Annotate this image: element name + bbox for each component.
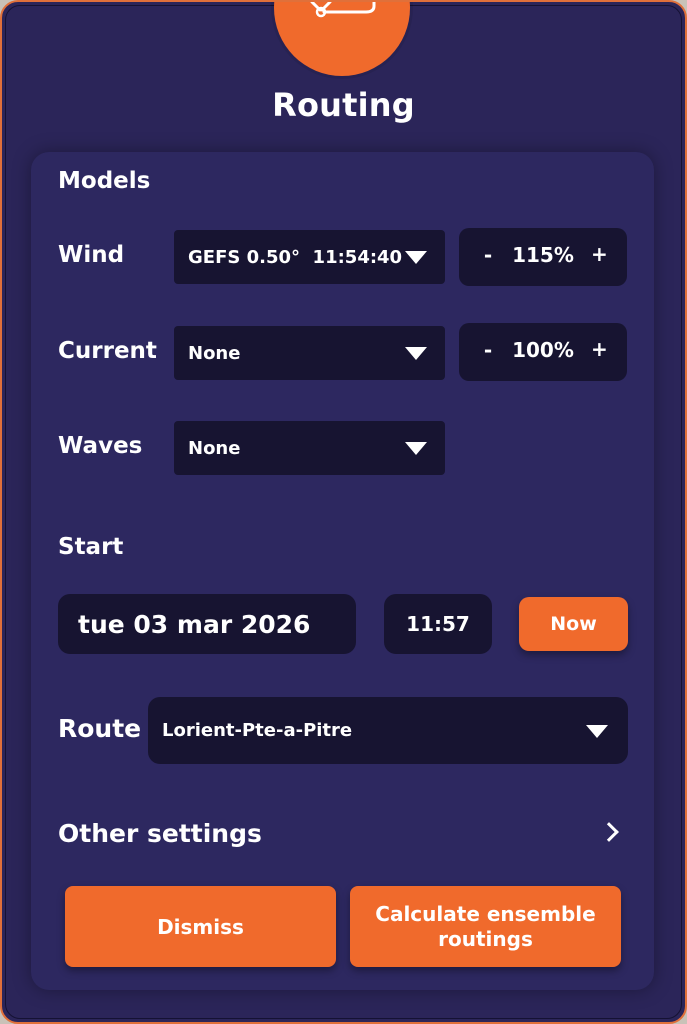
dropdown-caret-icon (405, 251, 427, 264)
dialog-title: Routing (272, 86, 415, 124)
waves-label: Waves (58, 433, 143, 459)
route-label: Route (58, 714, 142, 743)
start-time-field[interactable]: 11:57 (384, 594, 492, 654)
current-factor-value: 100% (512, 338, 574, 362)
calculate-button-line2: routings (438, 926, 533, 951)
route-value: Lorient-Pte-a-Pitre (162, 720, 353, 741)
current-factor-stepper: - 100% + (459, 323, 627, 381)
wind-factor-value: 115% (512, 243, 574, 267)
calculate-ensemble-button[interactable]: Calculate ensemble routings (350, 886, 621, 967)
routing-dialog: Routing Models Wind GEFS 0.50° 11:54:40 … (0, 0, 687, 1024)
current-model-select[interactable]: None (174, 326, 445, 380)
current-decrease-button[interactable]: - (481, 338, 495, 362)
now-button[interactable]: Now (519, 597, 628, 651)
wind-model-value: GEFS 0.50° 11:54:40 (188, 246, 403, 268)
route-icon (310, 2, 376, 18)
calculate-button-line1: Calculate ensemble (375, 901, 596, 926)
wind-model-select[interactable]: GEFS 0.50° 11:54:40 (174, 230, 445, 284)
waves-model-value: None (188, 437, 241, 459)
current-increase-button[interactable]: + (591, 337, 608, 361)
models-heading: Models (58, 168, 151, 194)
dropdown-caret-icon (586, 724, 608, 738)
wind-label: Wind (58, 242, 125, 268)
dropdown-caret-icon (405, 347, 427, 360)
route-select[interactable]: Lorient-Pte-a-Pitre (148, 697, 628, 764)
wind-decrease-button[interactable]: - (481, 243, 495, 267)
other-settings-toggle[interactable]: Other settings (58, 819, 262, 848)
dismiss-button[interactable]: Dismiss (65, 886, 336, 967)
dropdown-caret-icon (405, 442, 427, 455)
start-date-field[interactable]: tue 03 mar 2026 (58, 594, 356, 654)
wind-increase-button[interactable]: + (591, 242, 608, 266)
current-label: Current (58, 338, 157, 364)
current-model-value: None (188, 342, 241, 364)
wind-factor-stepper: - 115% + (459, 228, 627, 286)
waves-model-select[interactable]: None (174, 421, 445, 475)
start-heading: Start (58, 534, 124, 560)
